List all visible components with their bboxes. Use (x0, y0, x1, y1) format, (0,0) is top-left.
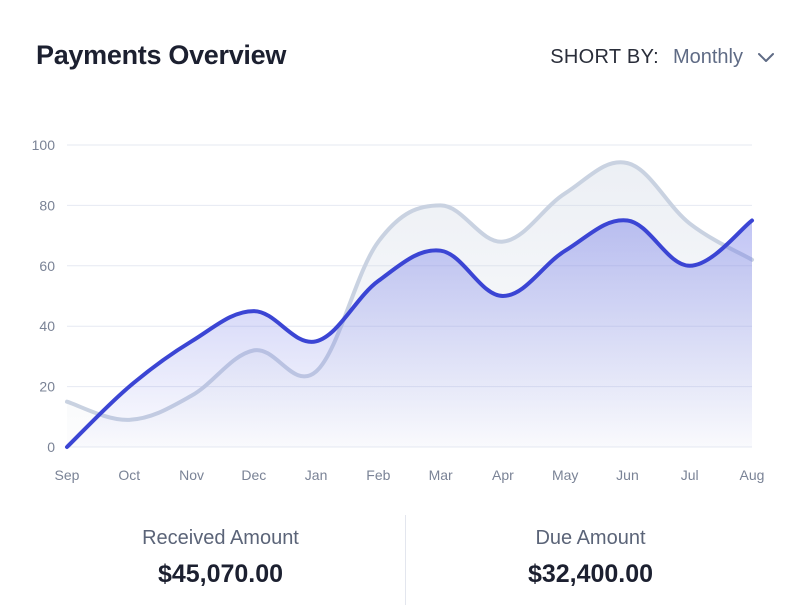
x-tick-label: Oct (118, 467, 140, 483)
received-amount-label: Received Amount (142, 527, 299, 549)
received-summary: Received Amount $45,070.00 (36, 515, 405, 605)
sort-label: SHORT BY: (550, 46, 659, 68)
x-tick-label: Nov (179, 467, 204, 483)
x-tick-label: Feb (366, 467, 390, 483)
page-title: Payments Overview (36, 40, 287, 70)
x-tick-label: Sep (55, 467, 80, 483)
sort-control: SHORT BY: Monthly (550, 46, 775, 69)
x-tick-label: Mar (429, 467, 453, 483)
y-tick-label: 100 (32, 137, 56, 153)
y-tick-label: 80 (39, 197, 55, 213)
y-tick-label: 20 (39, 379, 55, 395)
y-tick-label: 40 (39, 318, 55, 334)
x-tick-label: Aug (740, 467, 765, 483)
x-axis-ticks: Sep Oct Nov Dec Jan Feb Mar Apr May Jun Jul Aug (55, 467, 765, 483)
payments-chart: 0 20 40 60 80 100 Sep Oct Nov Dec Jan Feb Mar Apr May… (32, 137, 765, 483)
x-tick-label: Apr (492, 467, 514, 483)
x-tick-label: May (552, 467, 578, 483)
y-tick-label: 60 (39, 258, 55, 274)
x-tick-label: Jul (681, 467, 699, 483)
y-axis-ticks: 0 20 40 60 80 100 (32, 137, 56, 455)
due-amount-label: Due Amount (535, 527, 646, 549)
x-tick-label: Dec (241, 467, 266, 483)
summary-panel: Received Amount $45,070.00 Due Amount $3… (36, 515, 775, 605)
due-amount-value: $32,400.00 (527, 560, 654, 588)
x-tick-label: Jan (305, 467, 328, 483)
sort-dropdown[interactable]: Monthly (673, 46, 775, 69)
due-summary: Due Amount $32,400.00 (405, 515, 775, 605)
chevron-down-icon (758, 52, 774, 62)
sort-dropdown-value: Monthly (672, 46, 743, 68)
y-tick-label: 0 (47, 439, 55, 455)
received-amount-value: $45,070.00 (157, 560, 284, 588)
x-tick-label: Jun (616, 467, 639, 483)
